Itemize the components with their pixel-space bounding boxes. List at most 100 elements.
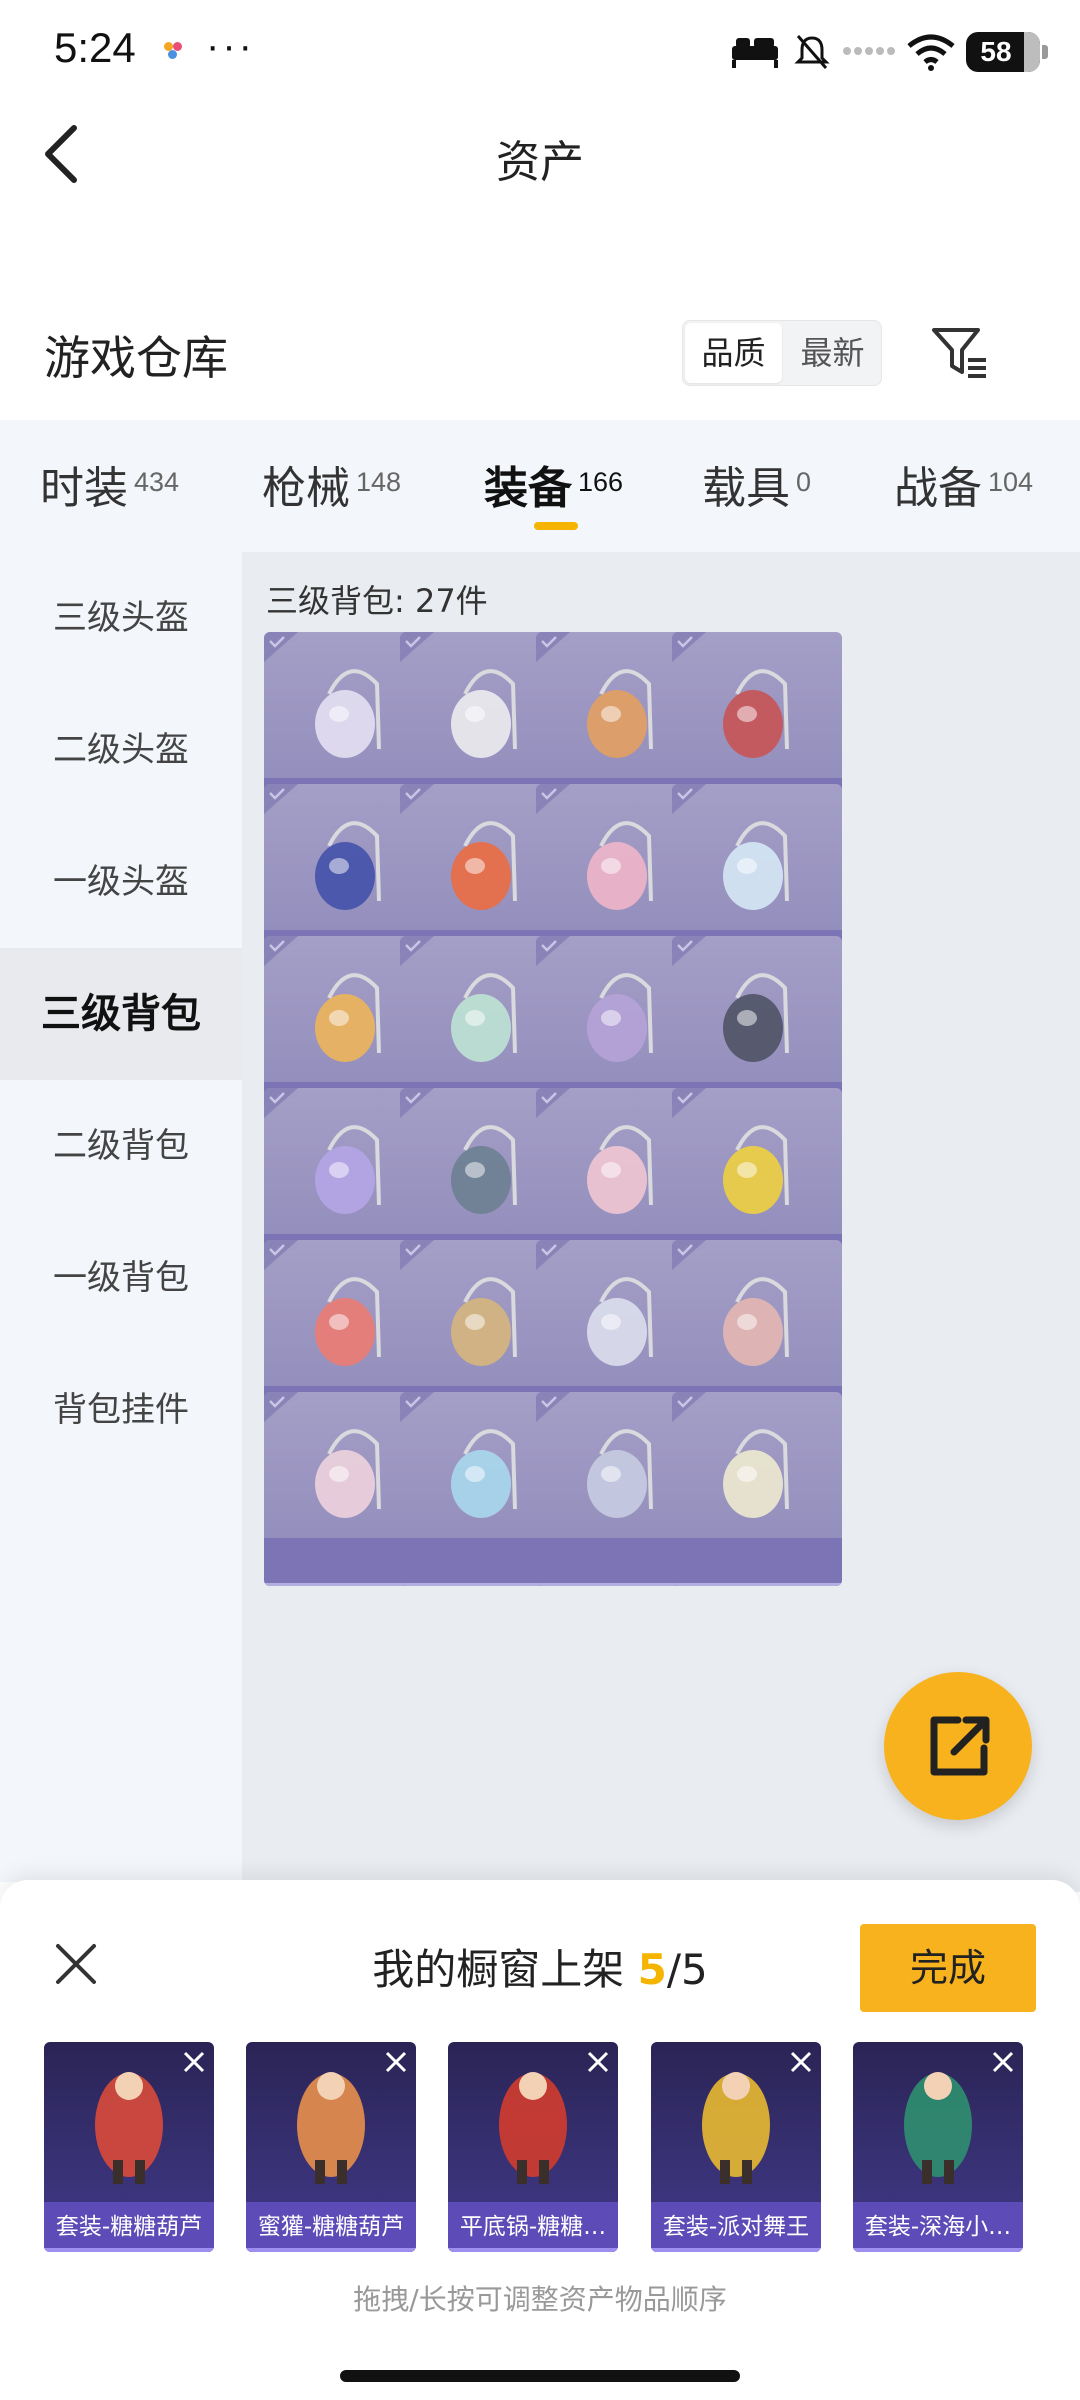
check-icon [536, 1240, 570, 1270]
backpack-icon [587, 821, 653, 910]
check-icon [264, 1240, 298, 1270]
reorder-hint: 拖拽/长按可调整资产物品顺序 [353, 2283, 727, 2316]
wifi-icon [907, 34, 955, 71]
sort-option-quality[interactable]: 品质 [685, 323, 782, 383]
check-icon [672, 784, 706, 814]
tab-vehicles[interactable]: 载具 0 [702, 452, 811, 522]
backpack-icon [587, 1277, 653, 1366]
item-label [672, 1538, 842, 1586]
backpack-icon [723, 1125, 789, 1214]
backpack-icon [587, 669, 653, 758]
showcase-item[interactable]: 蜜獾-糖糖葫芦 [246, 2042, 416, 2252]
backpack-icon [587, 1125, 653, 1214]
check-icon [536, 936, 570, 966]
tab-equipment[interactable]: 装备 166 [484, 452, 623, 522]
sidebar: 三级头盔 二级头盔 一级头盔 三级背包 二级背包 一级背包 背包挂件 [0, 552, 242, 1882]
item-card[interactable] [672, 1392, 842, 1586]
done-button[interactable]: 完成 [860, 1924, 1036, 2012]
showcase-item-label: 蜜獾-糖糖葫芦 [246, 2202, 416, 2252]
check-icon [264, 1088, 298, 1118]
backpack-icon [587, 973, 653, 1062]
check-icon [264, 936, 298, 966]
outfit-icon [904, 2072, 972, 2184]
showcase-sheet: 我的橱窗上架 5/5 完成 拖拽/长按可调整资产物品顺序 套装-糖糖葫芦 蜜獾-糖… [0, 1880, 1080, 2400]
backpack-icon [315, 669, 381, 758]
sort-toggle: 品质 最新 [682, 320, 882, 386]
share-button[interactable] [884, 1672, 1032, 1820]
backpack-icon [315, 1125, 381, 1214]
sidebar-item-level2-backpack[interactable]: 二级背包 [0, 1080, 242, 1212]
backpack-icon [315, 973, 381, 1062]
tab-combat-gear[interactable]: 战备 104 [894, 452, 1033, 522]
check-icon [400, 1240, 434, 1270]
home-indicator [340, 2370, 740, 2382]
showcase-item-label: 套装-糖糖葫芦 [44, 2202, 214, 2252]
backpack-icon [451, 1277, 517, 1366]
backpack-icon [723, 1277, 789, 1366]
backpack-icon [587, 1429, 653, 1518]
rifle-icon [297, 2072, 365, 2184]
sort-option-newest[interactable]: 最新 [784, 321, 881, 385]
showcase-item-label: 平底锅-糖糖… [448, 2202, 618, 2252]
pan-icon [499, 2072, 567, 2184]
showcase-item-label: 套装-深海小… [853, 2202, 1023, 2252]
backpack-icon [723, 669, 789, 758]
backpack-icon [723, 973, 789, 1062]
app-notification-icon [164, 42, 182, 60]
check-icon [264, 784, 298, 814]
backpack-icon [451, 973, 517, 1062]
showcase-item-label: 套装-派对舞王 [651, 2202, 821, 2252]
check-icon [672, 1392, 706, 1422]
showcase-item[interactable]: 套装-深海小… [853, 2042, 1023, 2252]
backpack-icon [451, 821, 517, 910]
app-screen: 5:24 ··· 58 资产 游戏仓库 品质 最新 时装 434 枪械 148 … [0, 0, 1080, 2400]
showcase-item[interactable]: 套装-糖糖葫芦 [44, 2042, 214, 2252]
backpack-icon [315, 821, 381, 910]
tab-fashion[interactable]: 时装 434 [40, 452, 179, 522]
battery-indicator: 58 [966, 32, 1048, 72]
backpack-icon [451, 1125, 517, 1214]
check-icon [672, 632, 706, 662]
check-icon [536, 632, 570, 662]
check-icon [264, 1392, 298, 1422]
sidebar-item-backpack-pendant[interactable]: 背包挂件 [0, 1344, 242, 1476]
active-tab-indicator [534, 522, 578, 530]
filter-icon [932, 328, 986, 378]
check-icon [672, 1240, 706, 1270]
showcase-item[interactable]: 平底锅-糖糖… [448, 2042, 618, 2252]
sidebar-item-level2-helmet[interactable]: 二级头盔 [0, 684, 242, 816]
signal-icon [843, 47, 895, 55]
section-title: 游戏仓库 [44, 331, 228, 385]
showcase-item[interactable]: 套装-派对舞王 [651, 2042, 821, 2252]
sidebar-item-level3-backpack[interactable]: 三级背包 [0, 948, 242, 1080]
check-icon [400, 1088, 434, 1118]
check-icon [400, 632, 434, 662]
check-icon [536, 1088, 570, 1118]
outfit-icon [702, 2072, 770, 2184]
tab-guns[interactable]: 枪械 148 [262, 452, 401, 522]
check-icon [400, 936, 434, 966]
external-link-icon [930, 1716, 990, 1776]
sidebar-item-level1-backpack[interactable]: 一级背包 [0, 1212, 242, 1344]
backpack-icon [451, 669, 517, 758]
backpack-icon [315, 1277, 381, 1366]
filter-button[interactable] [928, 320, 992, 384]
status-bar: 5:24 ··· 58 [0, 0, 1080, 100]
status-time: 5:24 [54, 24, 136, 71]
backpack-icon [315, 1429, 381, 1518]
check-icon [400, 784, 434, 814]
sidebar-item-level3-helmet[interactable]: 三级头盔 [0, 552, 242, 684]
sidebar-item-level1-helmet[interactable]: 一级头盔 [0, 816, 242, 948]
backpack-icon [723, 821, 789, 910]
bed-icon [732, 38, 778, 68]
check-icon [400, 1392, 434, 1422]
page-title: 资产 [496, 137, 584, 188]
check-icon [672, 936, 706, 966]
check-icon [264, 632, 298, 662]
mute-bell-icon [794, 35, 830, 69]
check-icon [536, 784, 570, 814]
outfit-icon [95, 2072, 163, 2184]
check-icon [672, 1088, 706, 1118]
backpack-icon [723, 1429, 789, 1518]
backpack-icon [451, 1429, 517, 1518]
